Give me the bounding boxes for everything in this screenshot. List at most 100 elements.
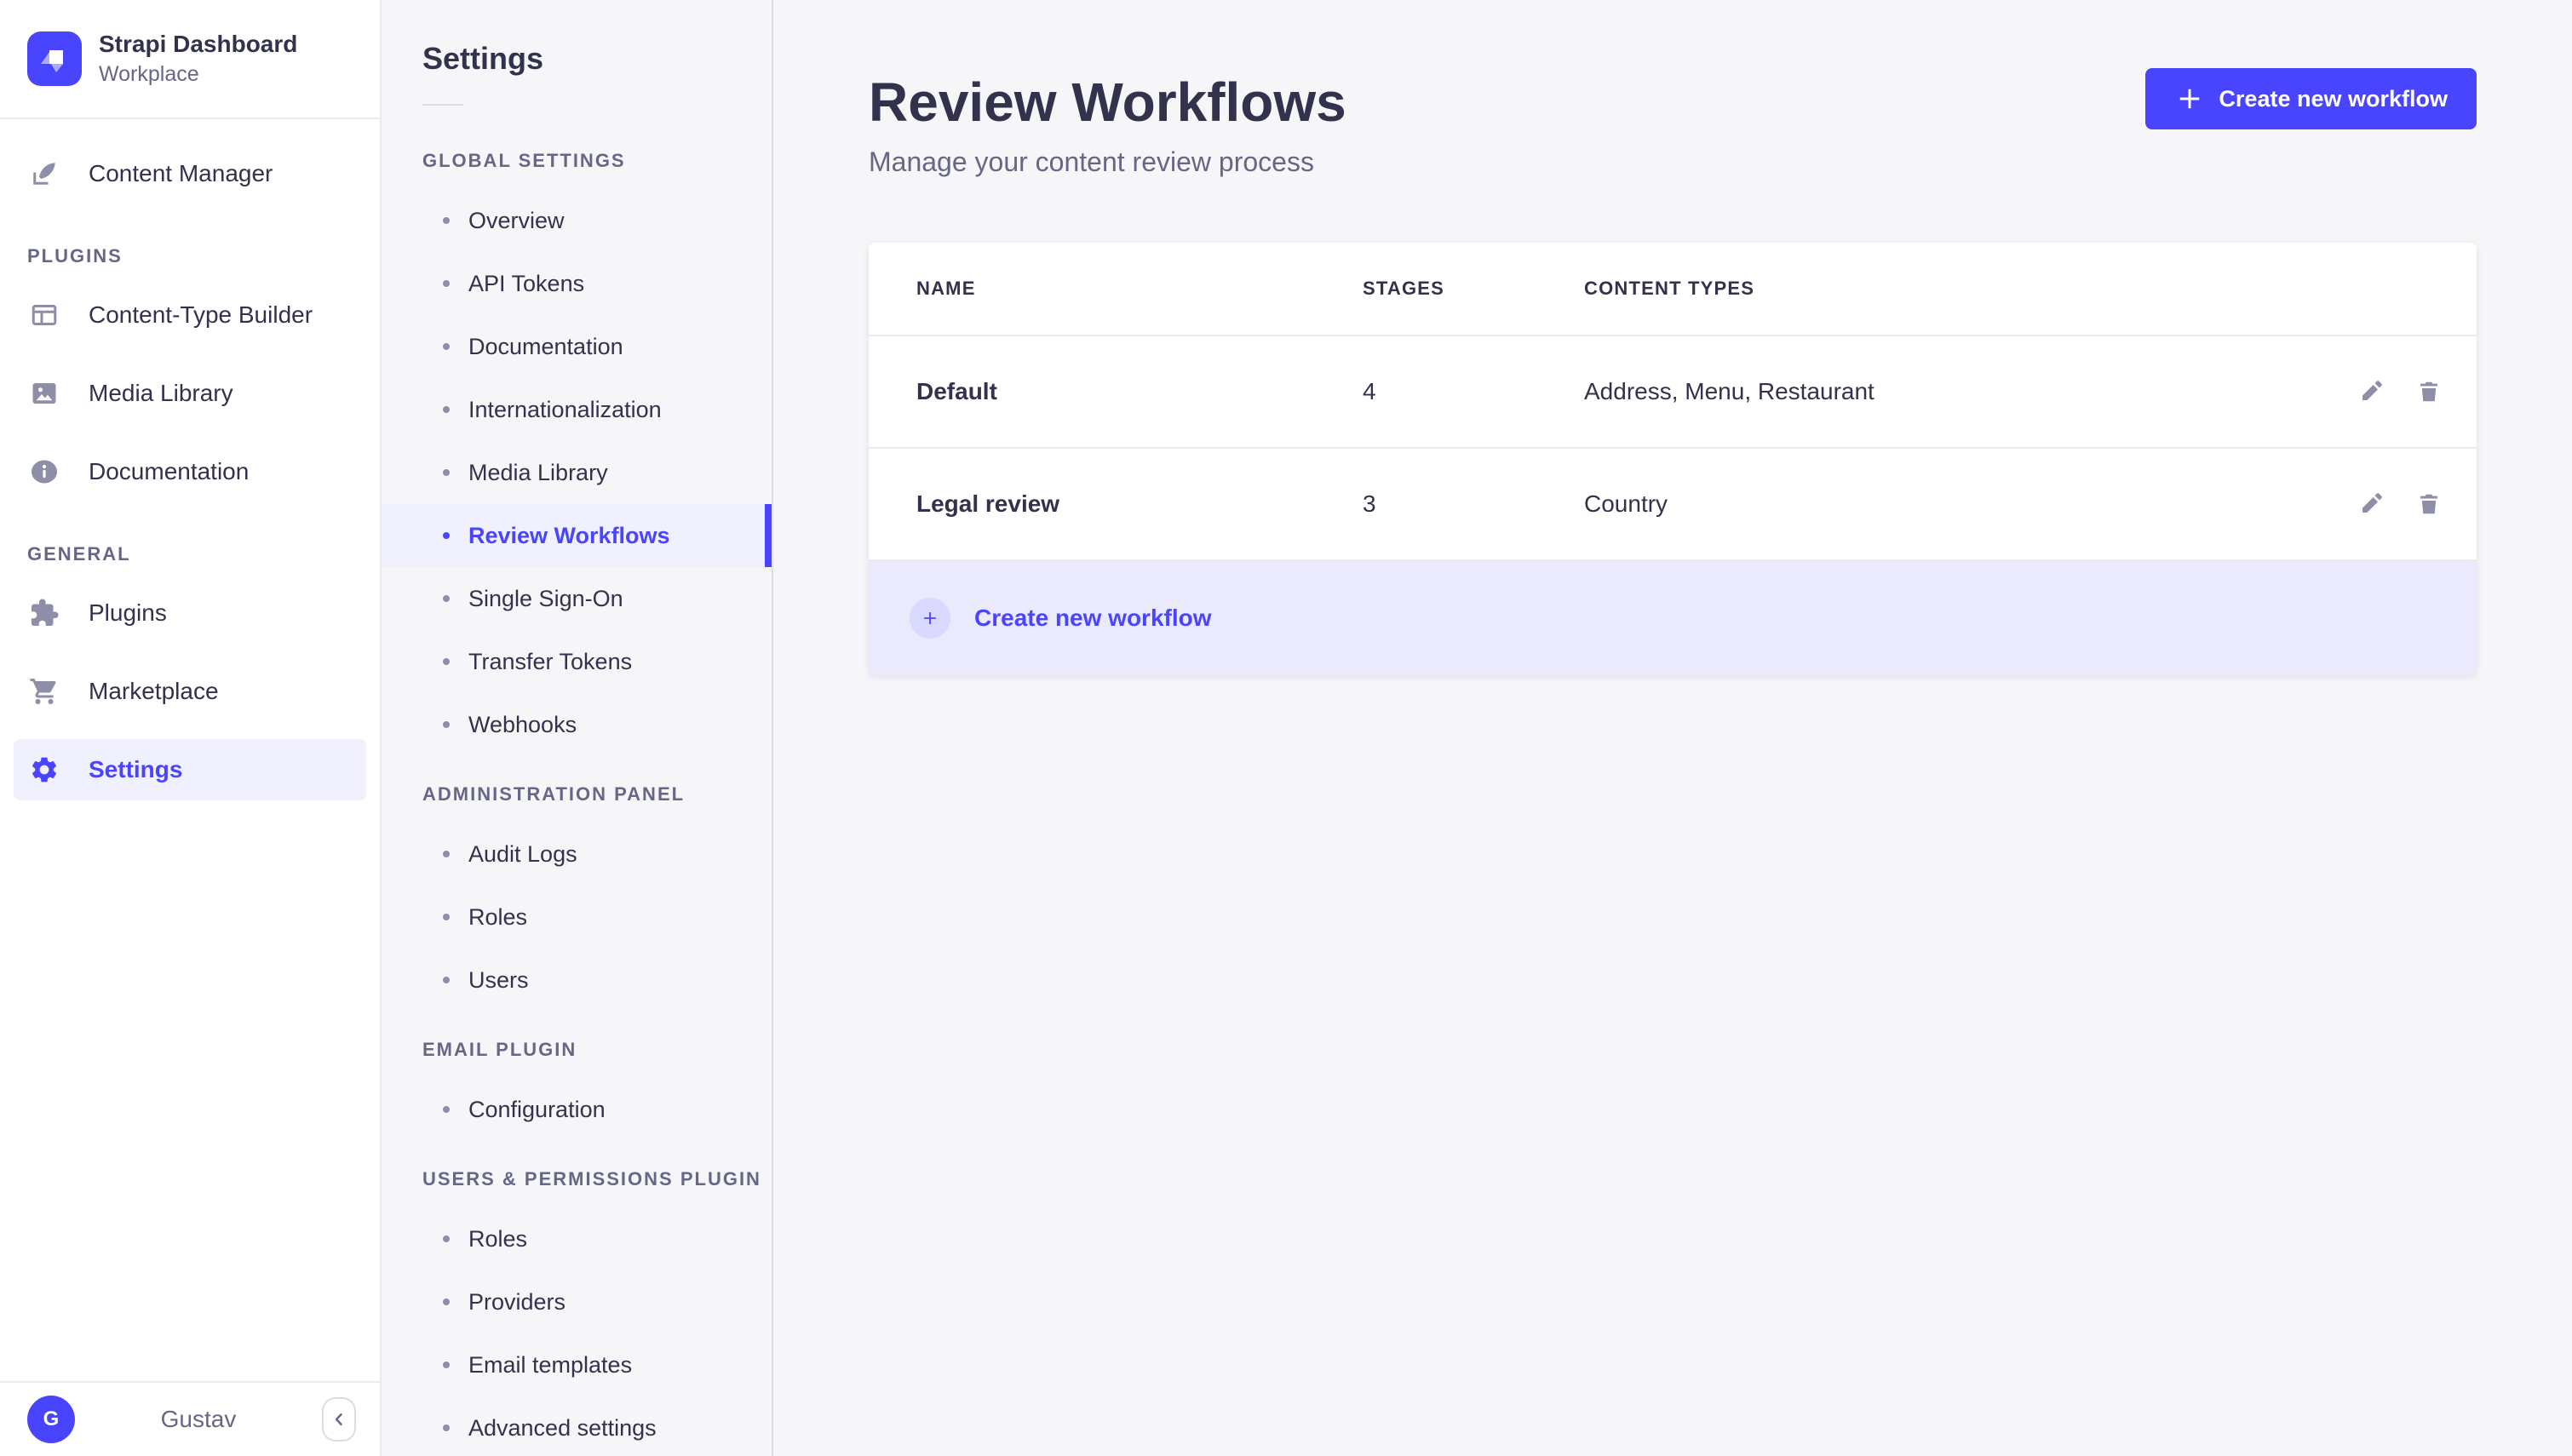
subnav-section-label: ADMINISTRATION PANEL xyxy=(422,783,686,805)
delete-icon xyxy=(2416,379,2442,404)
bullet-icon xyxy=(443,914,450,920)
workflows-table: NAME STAGES CONTENT TYPES Default 4 Addr… xyxy=(869,243,2477,675)
subnav-section-administration-panel: ADMINISTRATION PANEL Audit Logs Roles Us… xyxy=(382,783,772,1012)
bullet-icon xyxy=(443,406,450,413)
footer-create-workflow-label: Create new workflow xyxy=(974,605,1212,631)
settings-subnav: Settings GLOBAL SETTINGS Overview API To… xyxy=(382,0,773,1456)
edit-workflow-button[interactable] xyxy=(2344,364,2398,419)
user-menu[interactable]: G Gustav xyxy=(0,1381,380,1456)
subnav-title: Settings xyxy=(422,41,544,76)
subnav-item-transfer-tokens[interactable]: Transfer Tokens xyxy=(382,630,772,693)
edit-icon xyxy=(2358,379,2384,404)
sidebar-item-media-library[interactable]: Media Library xyxy=(14,363,366,424)
workflow-name: Default xyxy=(916,378,997,404)
sidebar-item-label: Marketplace xyxy=(89,678,219,704)
subnav-item-single-sign-on[interactable]: Single Sign-On xyxy=(382,567,772,630)
subnav-item-audit-logs[interactable]: Audit Logs xyxy=(382,823,772,886)
subnav-section-label: EMAIL PLUGIN xyxy=(422,1039,577,1060)
subnav-item-roles[interactable]: Roles xyxy=(382,886,772,949)
subnav-item-email-templates[interactable]: Email templates xyxy=(382,1333,772,1396)
plus-icon xyxy=(2174,83,2205,114)
bullet-icon xyxy=(443,217,450,224)
subnav-section-label: USERS & PERMISSIONS PLUGIN xyxy=(422,1168,761,1189)
bullet-icon xyxy=(443,721,450,728)
column-header-name: NAME xyxy=(916,278,976,299)
sidebar-item-marketplace[interactable]: Marketplace xyxy=(14,661,366,722)
subnav-item-internationalization[interactable]: Internationalization xyxy=(382,378,772,441)
content-type-builder-icon xyxy=(27,298,61,332)
subnav-item-review-workflows[interactable]: Review Workflows xyxy=(382,504,772,567)
main-content: Review Workflows Manage your content rev… xyxy=(773,0,2572,1456)
subnav-item-configuration[interactable]: Configuration xyxy=(382,1078,772,1141)
sidebar-item-plugins[interactable]: Plugins xyxy=(14,582,366,644)
documentation-icon xyxy=(27,455,61,489)
sidebar-item-content-manager[interactable]: Content Manager xyxy=(14,143,366,204)
workflow-stages: 3 xyxy=(1363,490,1376,517)
workflow-content-types: Address, Menu, Restaurant xyxy=(1584,378,1874,404)
sidebar-item-settings[interactable]: Settings xyxy=(14,739,366,800)
bullet-icon xyxy=(443,658,450,665)
avatar: G xyxy=(27,1396,75,1443)
column-header-content-types: CONTENT TYPES xyxy=(1584,278,1755,299)
edit-workflow-button[interactable] xyxy=(2344,477,2398,531)
bullet-icon xyxy=(443,977,450,983)
bullet-icon xyxy=(443,595,450,602)
sidebar-item-documentation[interactable]: Documentation xyxy=(14,441,366,502)
sidebar-item-label: Plugins xyxy=(89,599,167,626)
sidebar-item-content-type-builder[interactable]: Content-Type Builder xyxy=(14,284,366,346)
bullet-icon xyxy=(443,851,450,857)
collapse-sidebar-button[interactable] xyxy=(322,1397,356,1442)
delete-workflow-button[interactable] xyxy=(2402,477,2456,531)
content-manager-icon xyxy=(27,157,61,191)
bullet-icon xyxy=(443,280,450,287)
create-new-workflow-label: Create new workflow xyxy=(2219,85,2448,112)
sidebar-item-label: Documentation xyxy=(89,458,250,484)
bullet-icon xyxy=(443,469,450,476)
bullet-icon xyxy=(443,532,450,539)
workspace-text: Strapi Dashboard Workplace xyxy=(99,30,297,88)
bullet-icon xyxy=(443,343,450,350)
subnav-item-up-roles[interactable]: Roles xyxy=(382,1207,772,1270)
user-name: Gustav xyxy=(160,1406,237,1432)
subnav-item-users[interactable]: Users xyxy=(382,949,772,1012)
subnav-divider xyxy=(422,104,463,106)
sidebar-item-label: Content Manager xyxy=(89,160,273,186)
create-new-workflow-button[interactable]: Create new workflow xyxy=(2145,68,2477,129)
subnav-item-documentation[interactable]: Documentation xyxy=(382,315,772,378)
strapi-logo-icon xyxy=(27,32,82,86)
strapi-app: Strapi Dashboard Workplace Content Manag… xyxy=(0,0,2572,1456)
subnav-item-advanced-settings[interactable]: Advanced settings xyxy=(382,1396,772,1456)
subnav-item-media-library[interactable]: Media Library xyxy=(382,441,772,504)
sidebar-item-label: Settings xyxy=(89,756,183,782)
delete-icon xyxy=(2416,491,2442,517)
workflow-content-types: Country xyxy=(1584,490,1668,517)
page-subtitle: Manage your content review process xyxy=(869,146,1314,177)
plugins-icon xyxy=(27,596,61,630)
main-sidebar: Strapi Dashboard Workplace Content Manag… xyxy=(0,0,382,1456)
nav-section-general: GENERAL xyxy=(27,543,131,565)
workspace-subtitle: Workplace xyxy=(99,62,199,86)
subnav-section-email-plugin: EMAIL PLUGIN Configuration xyxy=(382,1039,772,1141)
table-row-default[interactable]: Default 4 Address, Menu, Restaurant xyxy=(869,335,2477,447)
nav-section-plugins: PLUGINS xyxy=(27,245,123,267)
table-row-legal-review[interactable]: Legal review 3 Country xyxy=(869,447,2477,559)
subnav-item-webhooks[interactable]: Webhooks xyxy=(382,693,772,756)
column-header-stages: STAGES xyxy=(1363,278,1445,299)
delete-workflow-button[interactable] xyxy=(2402,364,2456,419)
subnav-item-providers[interactable]: Providers xyxy=(382,1270,772,1333)
subnav-section-users-permissions-plugin: USERS & PERMISSIONS PLUGIN Roles Provide… xyxy=(382,1168,772,1456)
table-footer-create-workflow[interactable]: Create new workflow xyxy=(869,559,2477,675)
bullet-icon xyxy=(443,1298,450,1305)
media-library-icon xyxy=(27,376,61,410)
plus-circle-icon xyxy=(910,598,950,639)
main-nav: Content Manager PLUGINS Content-Type Bui… xyxy=(0,119,380,800)
workspace-header: Strapi Dashboard Workplace xyxy=(0,0,380,119)
subnav-item-overview[interactable]: Overview xyxy=(382,189,772,252)
bullet-icon xyxy=(443,1361,450,1368)
subnav-section-label: GLOBAL SETTINGS xyxy=(422,150,626,171)
subnav-item-api-tokens[interactable]: API Tokens xyxy=(382,252,772,315)
bullet-icon xyxy=(443,1106,450,1113)
row-actions xyxy=(2272,477,2477,531)
edit-icon xyxy=(2358,491,2384,517)
workspace-title: Strapi Dashboard xyxy=(99,31,298,57)
